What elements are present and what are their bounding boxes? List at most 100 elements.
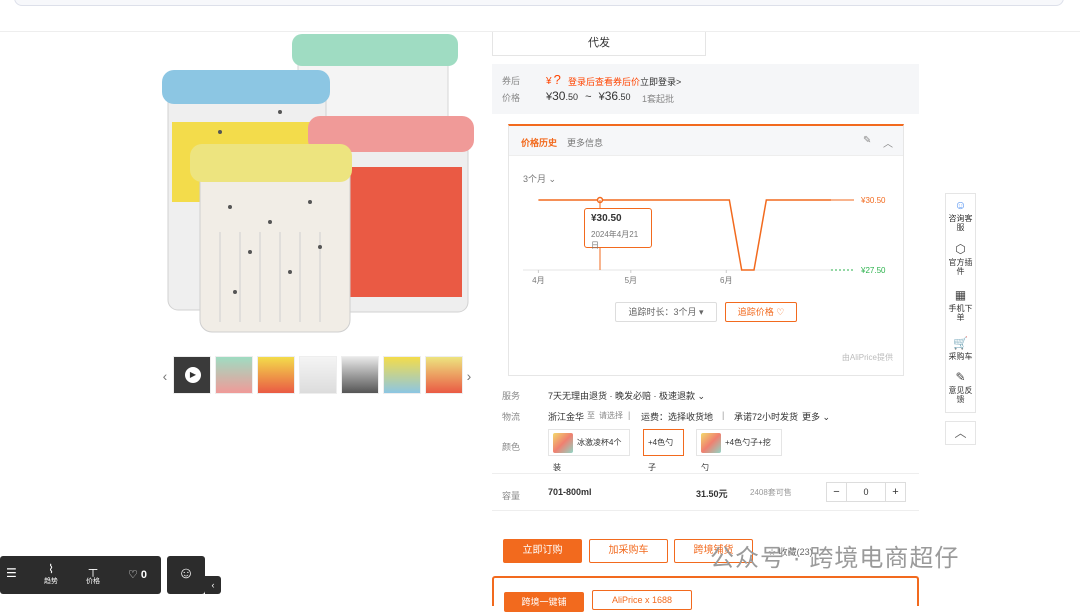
watermark: 公众号 · 跨境电商超仔 (710, 545, 960, 572)
feedback-icon: ✎ (955, 370, 966, 384)
quantity-stepper: − 0 + (826, 482, 906, 502)
login-link[interactable]: 立即登录> (640, 75, 681, 88)
price-range: ¥30.50 ~ ¥36.50 (546, 89, 631, 103)
price-icon: ┬ (88, 562, 98, 576)
thumbnail[interactable] (383, 356, 421, 394)
aliprice-source: 由AliPrice提供 (841, 353, 893, 362)
price-button[interactable]: ┬ 价格 (86, 562, 100, 586)
cross-border-quick-button[interactable]: 跨境一键铺 (504, 592, 584, 612)
floating-sidebar: ☺ 咨询客服 ⬡ 官方插件 ▦ 手机下单 🛒 采购车 ✎ 意见反馈 (945, 193, 976, 413)
sku-price: 31.50元 (696, 489, 728, 499)
more-logistics[interactable]: 更多 ⌄ (802, 410, 830, 423)
aliprice-button[interactable]: AliPrice x 1688 (592, 590, 692, 610)
min-price-label: ¥27.50 (860, 266, 886, 275)
price-tooltip: ¥30.50 2024年4月21日 (584, 208, 652, 250)
trend-label: 趋势 (44, 578, 58, 585)
sidebar-item-plugin[interactable]: ⬡ 官方插件 (946, 242, 975, 276)
menu-icon[interactable]: ☰ (6, 566, 17, 580)
favorite-count[interactable]: ♡ 0 (128, 568, 147, 581)
tooltip-date: 2024年4月21日 (591, 230, 639, 250)
range-select[interactable]: 3个月 ⌄ (523, 172, 556, 185)
service-label: 服务 (502, 391, 521, 401)
collapse-icon[interactable]: ︿ (883, 135, 893, 150)
freight[interactable]: 运费：选择收货地 (641, 410, 713, 423)
color-swatch (701, 432, 721, 453)
thumbnail[interactable] (425, 356, 463, 394)
price-history-panel: 价格历史 更多信息 ✎ ︿ 3个月 ⌄ 4月 5月 6月 ¥30.50 ¥27.50 ¥… (508, 124, 904, 376)
order-now-button[interactable]: 立即订购 (503, 539, 582, 563)
track-price-button[interactable]: 追踪价格 ♡ (725, 302, 797, 322)
price-box: 券后 价格 ¥? 登录后查看券后价 立即登录> ¥30.50 ~ ¥36.50 … (492, 64, 919, 114)
logistics-to: 至 (587, 411, 595, 420)
color-option[interactable]: +4色勺子+挖勺 (696, 429, 782, 472)
sidebar-item-cart[interactable]: 🛒 采购车 (946, 336, 975, 361)
tab-price-history[interactable]: 价格历史 (521, 136, 557, 149)
thumbnail[interactable] (257, 356, 295, 394)
add-to-cart-button[interactable]: 加采购车 (589, 539, 668, 563)
x-tick-label: 5月 (625, 276, 637, 285)
tab-more-info[interactable]: 更多信息 (567, 136, 603, 149)
thumbnail[interactable] (341, 356, 379, 394)
track-duration-select[interactable]: 追踪时长：3个月 ▾ (615, 302, 717, 322)
after-coupon-label: 券后 (502, 76, 521, 86)
aliprice-toolbar: ☰ ⌇ 趋势 ┬ 价格 ♡ 0 (0, 556, 161, 594)
thumb-next-icon[interactable]: › (464, 364, 474, 388)
chat-icon[interactable]: ☺ (167, 556, 205, 594)
trend-button[interactable]: ⌇ 趋势 (44, 562, 58, 586)
sidebar-item-consult[interactable]: ☺ 咨询客服 (946, 198, 975, 232)
sidebar-item-feedback[interactable]: ✎ 意见反馈 (946, 370, 975, 404)
x-tick-label: 6月 (720, 276, 732, 285)
destination-select[interactable]: 请选择 (599, 410, 623, 421)
moq: 1套起批 (642, 94, 675, 104)
edit-icon[interactable]: ✎ (863, 135, 871, 146)
qr-code-icon: ▦ (954, 288, 967, 302)
thumbnail[interactable] (299, 356, 337, 394)
logistics-from: 浙江金华 (548, 412, 585, 422)
price-line (538, 199, 831, 271)
service-value[interactable]: 7天无理由退货 · 晚发必赔 · 极速退款 ⌄ (548, 389, 705, 402)
play-icon: ▶ (185, 367, 201, 383)
thumbnail-strip: ‹ ▶ › (160, 356, 476, 396)
sidebar-label: 意见反馈 (948, 386, 973, 404)
coupon-login-hint: 登录后查看券后价 (568, 77, 641, 87)
price-label-tool: 价格 (86, 578, 100, 585)
coupon-price: ¥? (546, 72, 561, 87)
sidebar-label: 官方插件 (948, 258, 973, 276)
color-swatch (553, 432, 573, 453)
price-history-chart: 4月 5月 6月 ¥30.50 ¥27.50 (523, 196, 886, 285)
sku-stock: 2408套可售 (750, 488, 792, 497)
color-option-selected[interactable]: +4色勺子 (643, 429, 684, 472)
separator: | (628, 410, 631, 420)
color-label: 颜色 (502, 442, 521, 452)
ship-promise: 承诺72小时发货 (734, 412, 799, 422)
thumbnail[interactable] (215, 356, 253, 394)
qty-plus-button[interactable]: + (885, 483, 905, 501)
plugin-icon: ⬡ (955, 242, 966, 256)
top-bar (0, 0, 1080, 32)
max-price-label: ¥30.50 (860, 196, 886, 205)
trend-icon: ⌇ (48, 562, 54, 576)
logistics-label: 物流 (502, 412, 521, 422)
sidebar-label: 咨询客服 (948, 214, 973, 232)
customer-service-icon: ☺ (954, 198, 967, 212)
product-main-image[interactable] (160, 32, 476, 344)
tooltip-price: ¥30.50 (591, 213, 622, 224)
collapse-toolbar-icon[interactable]: ‹ (205, 576, 221, 594)
capacity-label: 容量 (502, 491, 521, 501)
cross-border-banner: 跨境一键铺 AliPrice x 1688 (492, 576, 919, 612)
qty-minus-button[interactable]: − (827, 483, 847, 501)
thumb-prev-icon[interactable]: ‹ (160, 364, 170, 388)
separator: | (722, 410, 725, 420)
sku-capacity: 701-800ml (548, 487, 592, 497)
color-option[interactable]: 冰激凌杯4个装 (548, 429, 630, 472)
search-bar[interactable] (14, 0, 1064, 6)
thumbnail-video[interactable]: ▶ (173, 356, 211, 394)
x-tick-label: 4月 (532, 276, 544, 285)
cart-icon: 🛒 (953, 336, 968, 350)
sidebar-label: 采购车 (948, 352, 973, 361)
back-to-top-button[interactable]: ︿ (945, 421, 976, 445)
sidebar-label: 手机下单 (948, 304, 973, 322)
qty-input[interactable]: 0 (847, 483, 885, 501)
sidebar-item-mobile[interactable]: ▦ 手机下单 (946, 288, 975, 322)
shipping-mode-tab[interactable]: 代发 (492, 32, 706, 56)
